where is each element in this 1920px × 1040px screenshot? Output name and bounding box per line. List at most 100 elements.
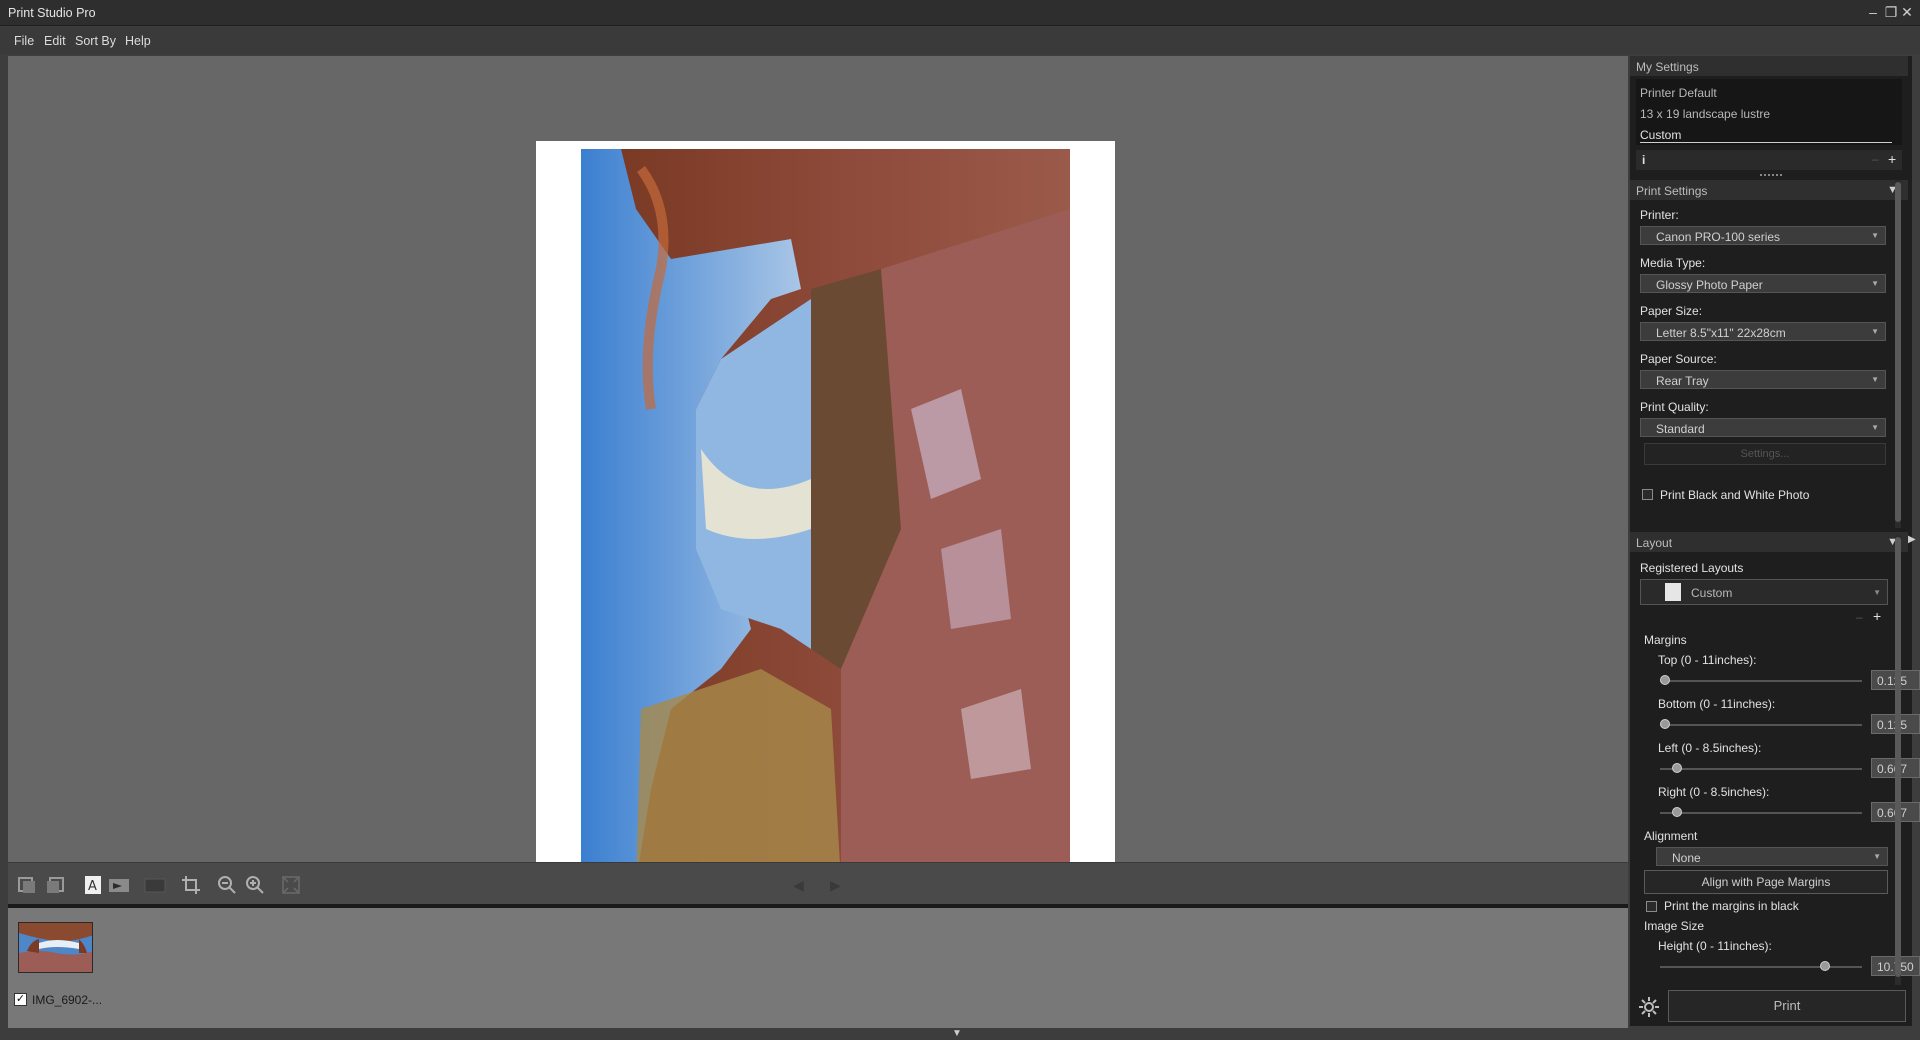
print-settings-scrollbar[interactable]: [1895, 180, 1901, 528]
minimize-button[interactable]: –: [1864, 3, 1882, 21]
remove-layout-button[interactable]: –: [1856, 610, 1863, 624]
top-margin-slider[interactable]: [1660, 680, 1862, 682]
add-layout-button[interactable]: +: [1873, 608, 1881, 624]
left-margin-knob[interactable]: [1672, 763, 1682, 773]
info-icon[interactable]: i: [1642, 153, 1645, 167]
media-type-value: Glossy Photo Paper: [1656, 278, 1763, 292]
alignment-label: Alignment: [1644, 829, 1698, 843]
zoom-in-icon[interactable]: [244, 874, 266, 896]
zoom-out-icon[interactable]: [216, 874, 238, 896]
print-settings-title: Print Settings: [1636, 184, 1708, 198]
my-settings-list: Printer Default 13 x 19 landscape lustre…: [1636, 79, 1902, 145]
collapse-strip-icon[interactable]: ▼: [952, 1028, 962, 1039]
dropdown-arrow-icon: ▼: [1873, 588, 1881, 597]
dropdown-arrow-icon: ▼: [1871, 375, 1879, 384]
my-settings-header: My Settings: [1630, 56, 1908, 76]
height-slider[interactable]: [1660, 966, 1862, 968]
scroll-thumb[interactable]: [1895, 182, 1901, 522]
rotate-left-icon[interactable]: [16, 874, 38, 896]
title-bar: Print Studio Pro – ❐ ✕: [0, 0, 1920, 26]
top-margin-knob[interactable]: [1660, 675, 1670, 685]
layout-scrollbar[interactable]: [1895, 535, 1901, 985]
media-type-label: Media Type:: [1640, 256, 1706, 270]
menu-edit[interactable]: Edit: [44, 34, 66, 48]
right-margin-label: Right (0 - 8.5inches):: [1658, 785, 1770, 799]
expand-panel-icon[interactable]: ▶: [1908, 534, 1916, 545]
bottom-margin-slider[interactable]: [1660, 724, 1862, 726]
svg-text:A: A: [88, 879, 97, 894]
right-margin-slider[interactable]: [1660, 812, 1862, 814]
dropdown-arrow-icon: ▼: [1871, 327, 1879, 336]
print-button[interactable]: Print: [1668, 990, 1906, 1022]
printer-select[interactable]: Canon PRO-100 series ▼: [1640, 226, 1886, 245]
add-setting-button[interactable]: +: [1888, 151, 1896, 167]
dropdown-arrow-icon: ▼: [1871, 423, 1879, 432]
crop-icon[interactable]: [180, 874, 202, 896]
scroll-thumb[interactable]: [1895, 537, 1901, 977]
my-settings-item-printer-default[interactable]: Printer Default: [1640, 86, 1717, 100]
layout-preview-icon: [1665, 583, 1681, 601]
printer-label: Printer:: [1640, 208, 1679, 222]
print-preview-area: [8, 56, 1628, 890]
photo-preview[interactable]: [581, 149, 1070, 882]
previous-page-icon[interactable]: ◀: [793, 877, 804, 894]
my-settings-item-custom[interactable]: Custom: [1640, 128, 1681, 142]
registered-layout-value: Custom: [1691, 586, 1733, 600]
paper-size-value: Letter 8.5"x11" 22x28cm: [1656, 326, 1786, 340]
media-type-select[interactable]: Glossy Photo Paper ▼: [1640, 274, 1886, 293]
bottom-margin-knob[interactable]: [1660, 719, 1670, 729]
top-margin-label: Top (0 - 11inches):: [1658, 653, 1757, 667]
left-margin-slider[interactable]: [1660, 768, 1862, 770]
my-settings-item-landscape-lustre[interactable]: 13 x 19 landscape lustre: [1640, 107, 1770, 121]
paper-source-value: Rear Tray: [1656, 374, 1709, 388]
dropdown-arrow-icon: ▼: [1871, 231, 1879, 240]
resize-grip[interactable]: [1760, 174, 1782, 176]
gear-icon[interactable]: [1638, 996, 1660, 1018]
paper-source-select[interactable]: Rear Tray ▼: [1640, 370, 1886, 389]
selected-underline: [1640, 142, 1892, 143]
print-settings-header[interactable]: Print Settings ▼: [1630, 180, 1908, 200]
menu-help[interactable]: Help: [125, 34, 151, 48]
fill-icon[interactable]: [144, 874, 166, 896]
paper-source-label: Paper Source:: [1640, 352, 1717, 366]
print-bw-checkbox[interactable]: [1642, 489, 1653, 500]
close-button[interactable]: ✕: [1898, 3, 1916, 21]
height-knob[interactable]: [1820, 961, 1830, 971]
alignment-select[interactable]: None ▼: [1656, 847, 1888, 866]
dropdown-arrow-icon: ▼: [1871, 279, 1879, 288]
right-margin-knob[interactable]: [1672, 807, 1682, 817]
menu-bar: File Edit Sort By Help: [0, 27, 1920, 54]
remove-setting-button[interactable]: –: [1872, 152, 1879, 166]
date-print-icon[interactable]: [108, 874, 130, 896]
registered-layouts-label: Registered Layouts: [1640, 561, 1744, 575]
paper-size-select[interactable]: Letter 8.5"x11" 22x28cm ▼: [1640, 322, 1886, 341]
registered-layouts-select[interactable]: Custom ▼: [1640, 579, 1888, 605]
margins-black-label: Print the margins in black: [1664, 899, 1799, 913]
settings-button[interactable]: Settings...: [1644, 443, 1886, 465]
layout-title: Layout: [1636, 536, 1673, 550]
my-settings-title: My Settings: [1636, 60, 1699, 74]
image-size-label: Image Size: [1644, 919, 1705, 933]
menu-file[interactable]: File: [14, 34, 34, 48]
layout-header[interactable]: Layout ▼: [1630, 532, 1908, 552]
fit-to-window-icon[interactable]: [280, 874, 302, 896]
margins-black-checkbox[interactable]: [1646, 901, 1657, 912]
paper-size-label: Paper Size:: [1640, 304, 1703, 318]
text-overlay-icon[interactable]: A: [82, 874, 104, 896]
my-settings-toolbar: i – +: [1636, 150, 1902, 170]
print-quality-value: Standard: [1656, 422, 1705, 436]
print-bar: Print: [1630, 990, 1912, 1026]
image-thumbnail[interactable]: [18, 922, 93, 973]
app-title: Print Studio Pro: [8, 6, 96, 20]
bottom-margin-label: Bottom (0 - 11inches):: [1658, 697, 1776, 711]
rotate-right-icon[interactable]: [44, 874, 66, 896]
thumbnail-checkbox[interactable]: ✓: [14, 993, 27, 1006]
align-page-margins-button[interactable]: Align with Page Margins: [1644, 870, 1888, 894]
thumbnail-strip: ✓ IMG_6902-...: [8, 908, 1628, 1028]
menu-sort-by[interactable]: Sort By: [75, 34, 116, 48]
settings-panel: My Settings Printer Default 13 x 19 land…: [1630, 56, 1920, 990]
print-quality-label: Print Quality:: [1640, 400, 1709, 414]
print-quality-select[interactable]: Standard ▼: [1640, 418, 1886, 437]
next-page-icon[interactable]: ▶: [830, 877, 841, 894]
margins-label: Margins: [1644, 633, 1687, 647]
